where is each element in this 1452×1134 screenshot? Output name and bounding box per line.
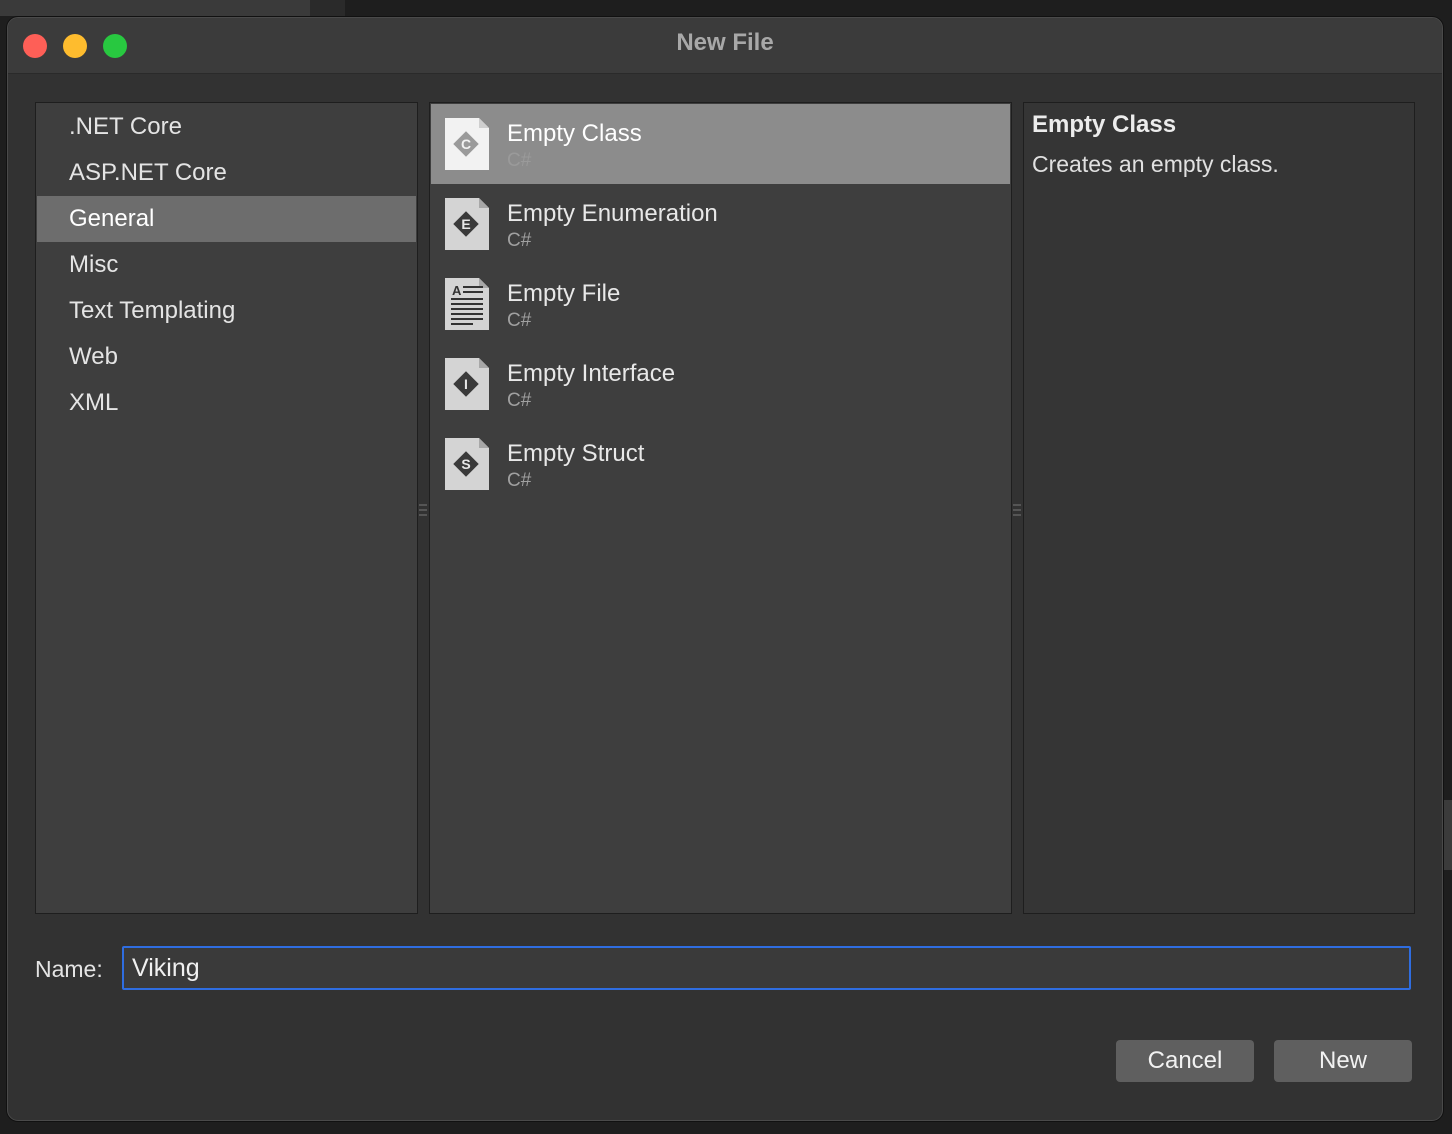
new-file-dialog: New File .NET Core ASP.NET Core General … (7, 17, 1443, 1121)
svg-text:S: S (461, 456, 470, 472)
background-tab (0, 0, 310, 16)
name-label: Name: (35, 956, 103, 982)
template-name: Empty Enumeration (507, 200, 718, 227)
category-item-asp-net-core[interactable]: ASP.NET Core (37, 150, 416, 196)
template-name: Empty Class (507, 120, 642, 147)
category-item-text-templating[interactable]: Text Templating (37, 288, 416, 334)
description-title: Empty Class (1032, 111, 1177, 138)
svg-text:I: I (464, 376, 468, 392)
template-language: C# (507, 390, 532, 411)
template-panel: C Empty Class C# E Empty Enumeration C# (429, 102, 1012, 914)
text-file-icon: A (445, 278, 489, 330)
template-item-empty-interface[interactable]: I Empty Interface C# (431, 344, 1010, 424)
category-panel: .NET Core ASP.NET Core General Misc Text… (35, 102, 418, 914)
category-item-net-core[interactable]: .NET Core (37, 104, 416, 150)
window-title: New File (676, 29, 774, 56)
svg-text:E: E (461, 216, 470, 232)
template-item-empty-struct[interactable]: S Empty Struct C# (431, 424, 1010, 504)
panel-splitter-left[interactable] (419, 504, 427, 518)
template-name: Empty Struct (507, 440, 645, 467)
title-bar: New File (8, 18, 1442, 74)
background-gutter (310, 0, 345, 16)
enum-file-icon: E (445, 198, 489, 250)
template-name: Empty Interface (507, 360, 676, 387)
template-item-empty-file[interactable]: A Empty File C# (431, 264, 1010, 344)
template-list: C Empty Class C# E Empty Enumeration C# (431, 104, 1010, 504)
category-item-general[interactable]: General (37, 196, 416, 242)
template-language: C# (507, 310, 532, 331)
background-scrollbar (1442, 800, 1452, 870)
new-button[interactable]: New (1274, 1040, 1412, 1082)
panel-splitter-right[interactable] (1013, 504, 1021, 518)
class-file-icon: C (445, 118, 489, 170)
template-item-empty-enumeration[interactable]: E Empty Enumeration C# (431, 184, 1010, 264)
template-language: C# (507, 230, 532, 251)
struct-file-icon: S (445, 438, 489, 490)
svg-text:A: A (452, 283, 462, 298)
category-item-misc[interactable]: Misc (37, 242, 416, 288)
description-text: Creates an empty class. (1032, 151, 1279, 177)
name-input[interactable] (122, 946, 1411, 990)
template-language: C# (507, 470, 532, 491)
template-language: C# (507, 150, 532, 171)
svg-text:C: C (461, 136, 471, 152)
interface-file-icon: I (445, 358, 489, 410)
category-item-web[interactable]: Web (37, 334, 416, 380)
category-list: .NET Core ASP.NET Core General Misc Text… (37, 104, 416, 426)
category-item-xml[interactable]: XML (37, 380, 416, 426)
template-name: Empty File (507, 280, 621, 307)
description-panel: Empty Class Creates an empty class. (1023, 102, 1415, 914)
template-item-empty-class[interactable]: C Empty Class C# (431, 104, 1010, 184)
cancel-button[interactable]: Cancel (1116, 1040, 1254, 1082)
